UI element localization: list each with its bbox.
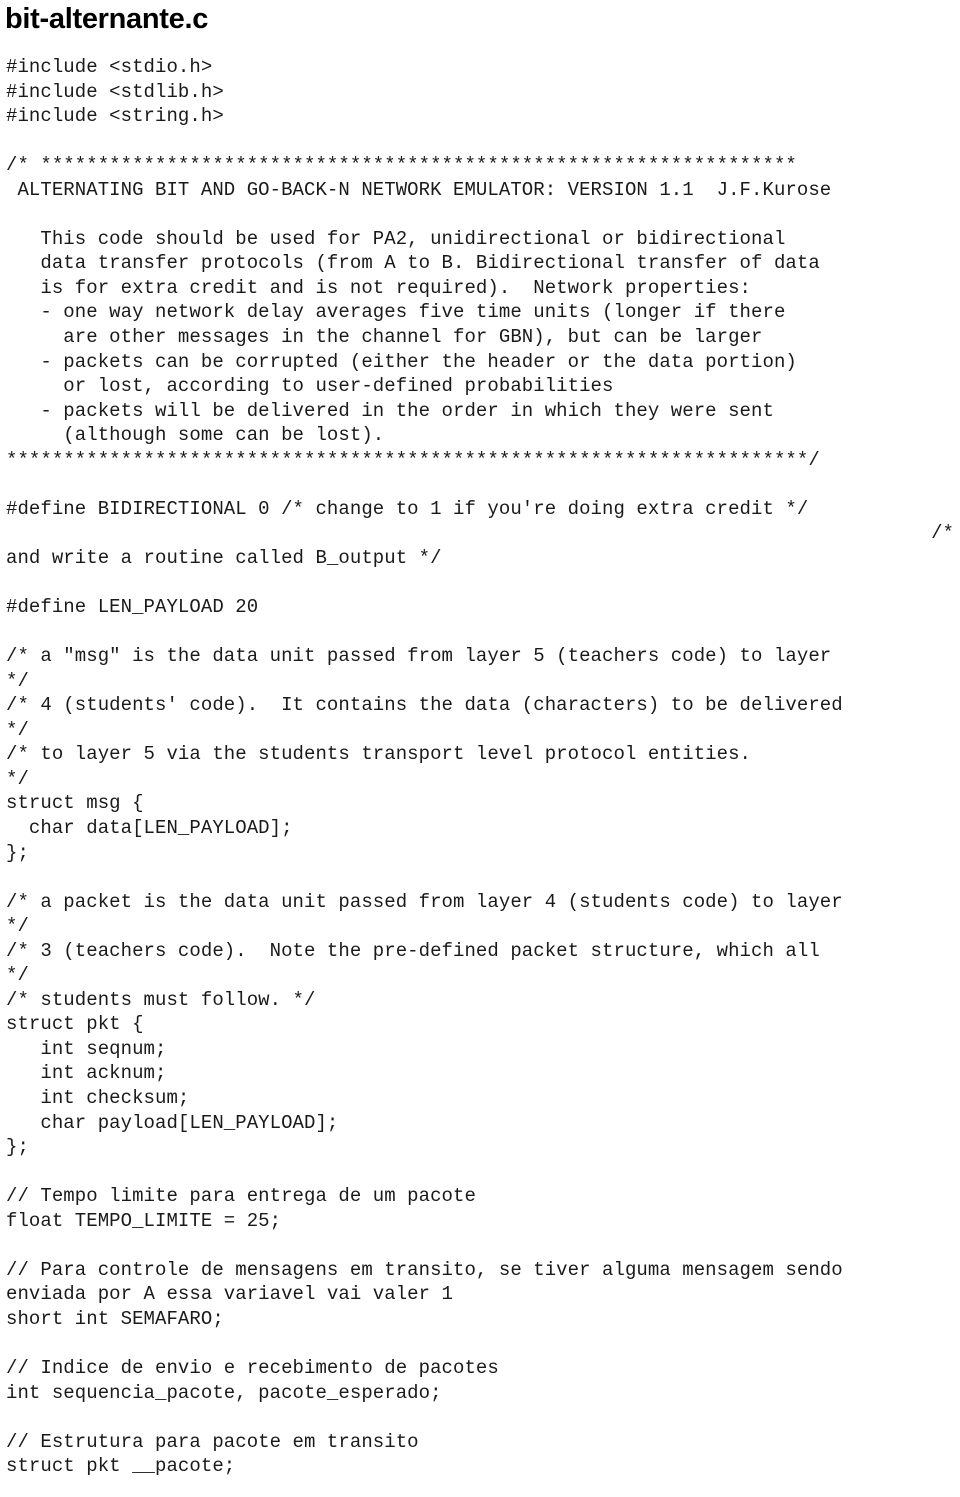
- code-line: or lost, according to user-defined proba…: [6, 375, 614, 398]
- source-code-listing: #include <stdio.h> #include <stdlib.h> #in…: [6, 55, 960, 1479]
- code-line: // Para controle de mensagens em transit…: [6, 1258, 843, 1281]
- code-line: };: [6, 841, 29, 864]
- code-line: ****************************************…: [6, 448, 820, 471]
- code-line: int checksum;: [6, 1086, 190, 1109]
- code-line: int acknum;: [6, 1062, 167, 1085]
- code-line: */: [6, 767, 29, 790]
- code-line: // Estrutura para pacote em transito: [6, 1430, 419, 1453]
- code-line: /* 3 (teachers code). Note the pre-defin…: [6, 939, 820, 962]
- code-line: is for extra credit and is not required)…: [6, 276, 752, 299]
- code-line: and write a routine called B_output */: [6, 546, 442, 569]
- code-line: */: [6, 964, 29, 987]
- code-line: short int SEMAFARO;: [6, 1307, 224, 1330]
- code-line: // Indice de envio e recebimento de paco…: [6, 1356, 499, 1379]
- code-line: */: [6, 669, 29, 692]
- code-line: #include <stdlib.h>: [6, 80, 224, 103]
- code-line: /* a "msg" is the data unit passed from …: [6, 645, 832, 668]
- code-line: char payload[LEN_PAYLOAD];: [6, 1111, 339, 1134]
- code-line: int sequencia_pacote, pacote_esperado;: [6, 1381, 442, 1404]
- code-line: struct pkt {: [6, 1013, 144, 1036]
- code-line: #include <string.h>: [6, 105, 224, 128]
- code-line: data transfer protocols (from A to B. Bi…: [6, 252, 820, 275]
- code-line: /*: [931, 522, 954, 545]
- code-line: /* *************************************…: [6, 154, 797, 177]
- code-line: - packets can be corrupted (either the h…: [6, 350, 797, 373]
- code-line: struct msg {: [6, 792, 144, 815]
- code-line: */: [6, 718, 29, 741]
- page-title: bit-alternante.c: [5, 3, 209, 35]
- code-line: struct pkt __pacote;: [6, 1455, 236, 1478]
- code-line: #define BIDIRECTIONAL 0 /* change to 1 i…: [6, 497, 809, 520]
- code-line: - one way network delay averages five ti…: [6, 301, 786, 324]
- code-line: float TEMPO_LIMITE = 25;: [6, 1209, 282, 1232]
- code-line: };: [6, 1136, 29, 1159]
- code-line: (although some can be lost).: [6, 424, 385, 447]
- code-line: char data[LEN_PAYLOAD];: [6, 816, 293, 839]
- code-line: are other messages in the channel for GB…: [6, 326, 763, 349]
- code-line: /* students must follow. */: [6, 988, 316, 1011]
- code-line: /* 4 (students' code). It contains the d…: [6, 694, 843, 717]
- code-line: #include <stdio.h>: [6, 56, 213, 78]
- code-line: #define LEN_PAYLOAD 20: [6, 596, 259, 619]
- code-line: ALTERNATING BIT AND GO-BACK-N NETWORK EM…: [6, 178, 832, 201]
- code-line: - packets will be delivered in the order…: [6, 399, 774, 422]
- code-line: // Tempo limite para entrega de um pacot…: [6, 1185, 476, 1208]
- code-line: This code should be used for PA2, unidir…: [6, 227, 786, 250]
- code-line: enviada por A essa variavel vai valer 1: [6, 1283, 454, 1306]
- document-page: bit-alternante.c #include <stdio.h> #incl…: [0, 0, 960, 1497]
- code-line: */: [6, 915, 29, 938]
- code-line: /* to layer 5 via the students transport…: [6, 743, 752, 766]
- code-line: /* a packet is the data unit passed from…: [6, 890, 843, 913]
- code-line: int seqnum;: [6, 1037, 167, 1060]
